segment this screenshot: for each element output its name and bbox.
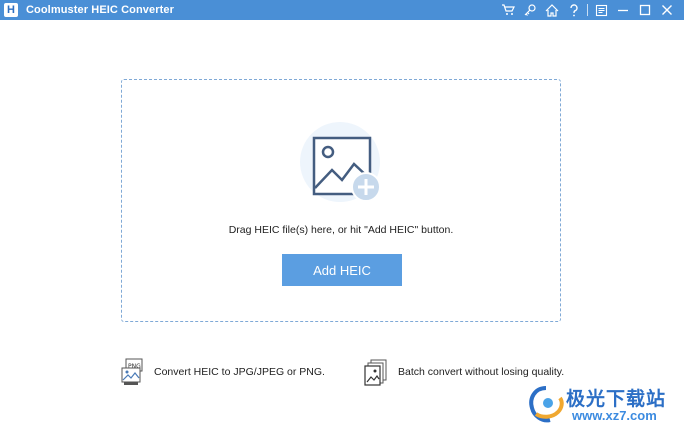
- watermark-name: 极光下载站: [566, 388, 667, 410]
- image-add-icon: [296, 118, 392, 214]
- home-icon[interactable]: [541, 0, 563, 20]
- feature-batch-label: Batch convert without losing quality.: [398, 366, 565, 378]
- watermark-url: www.xz7.com: [572, 408, 657, 423]
- help-icon[interactable]: [563, 0, 585, 20]
- minimize-icon[interactable]: [612, 0, 634, 20]
- batch-images-icon: [364, 358, 390, 386]
- app-logo-icon: H: [4, 3, 18, 17]
- image-formats-icon: PNG: [120, 358, 146, 386]
- feedback-icon[interactable]: [590, 0, 612, 20]
- close-icon[interactable]: [656, 0, 678, 20]
- drop-zone[interactable]: Drag HEIC file(s) here, or hit "Add HEIC…: [121, 79, 561, 322]
- title-bar-controls: [497, 0, 678, 20]
- toolbar-separator: [587, 4, 588, 16]
- add-heic-button[interactable]: Add HEIC: [282, 254, 402, 286]
- watermark-swirl-icon: [529, 386, 564, 423]
- drop-instruction: Drag HEIC file(s) here, or hit "Add HEIC…: [228, 224, 454, 236]
- key-icon[interactable]: [519, 0, 541, 20]
- cart-icon[interactable]: [497, 0, 519, 20]
- watermark-logo: 极光下载站 www.xz7.com: [526, 382, 676, 428]
- feature-convert-label: Convert HEIC to JPG/JPEG or PNG.: [154, 366, 325, 378]
- maximize-icon[interactable]: [634, 0, 656, 20]
- app-title: Coolmuster HEIC Converter: [26, 4, 174, 16]
- title-bar: H Coolmuster HEIC Converter: [0, 0, 684, 20]
- feature-convert: PNG Convert HEIC to JPG/JPEG or PNG.: [120, 358, 325, 386]
